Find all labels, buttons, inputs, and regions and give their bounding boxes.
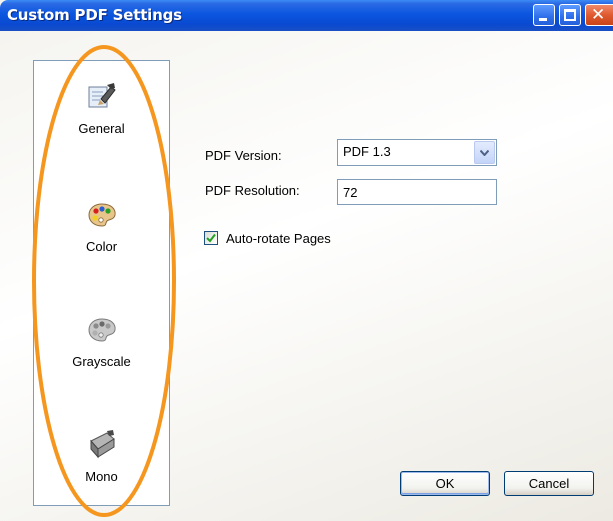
dropdown-arrow-button[interactable] [474, 141, 495, 164]
cancel-button[interactable]: Cancel [504, 471, 594, 496]
close-icon: ✕ [591, 5, 606, 25]
chevron-down-icon [480, 150, 489, 156]
custom-pdf-settings-window: Custom PDF Settings ✕ General Color Gray… [0, 0, 613, 521]
pdf-version-select[interactable]: PDF 1.3 [337, 139, 497, 166]
pdf-resolution-input[interactable] [337, 179, 497, 205]
category-mono[interactable]: Mono [34, 429, 169, 484]
close-button[interactable]: ✕ [585, 4, 613, 26]
category-panel: General Color Grayscale Mono [33, 60, 170, 506]
maximize-button[interactable] [559, 4, 581, 26]
window-title: Custom PDF Settings [7, 6, 182, 24]
ok-button[interactable]: OK [400, 471, 490, 496]
pdf-version-value: PDF 1.3 [343, 144, 391, 159]
auto-rotate-label: Auto-rotate Pages [226, 231, 331, 246]
category-label: Grayscale [72, 354, 131, 369]
pdf-resolution-label: PDF Resolution: [205, 183, 300, 198]
minimize-button[interactable] [533, 4, 555, 26]
category-color[interactable]: Color [34, 199, 169, 254]
checkmark-icon [206, 233, 216, 243]
color-palette-icon [87, 203, 116, 227]
category-label: Color [85, 239, 118, 254]
category-grayscale[interactable]: Grayscale [34, 314, 169, 369]
pdf-version-label: PDF Version: [205, 148, 282, 163]
grayscale-palette-icon [87, 318, 116, 342]
title-bar[interactable]: Custom PDF Settings ✕ [0, 0, 613, 31]
mono-icon [89, 430, 115, 459]
category-general[interactable]: General [34, 81, 169, 136]
maximize-icon [564, 9, 576, 21]
general-settings-icon [88, 83, 116, 108]
category-label: Mono [85, 469, 118, 484]
category-label: General [78, 121, 125, 136]
minimize-icon [539, 18, 547, 21]
auto-rotate-checkbox[interactable] [204, 231, 218, 245]
